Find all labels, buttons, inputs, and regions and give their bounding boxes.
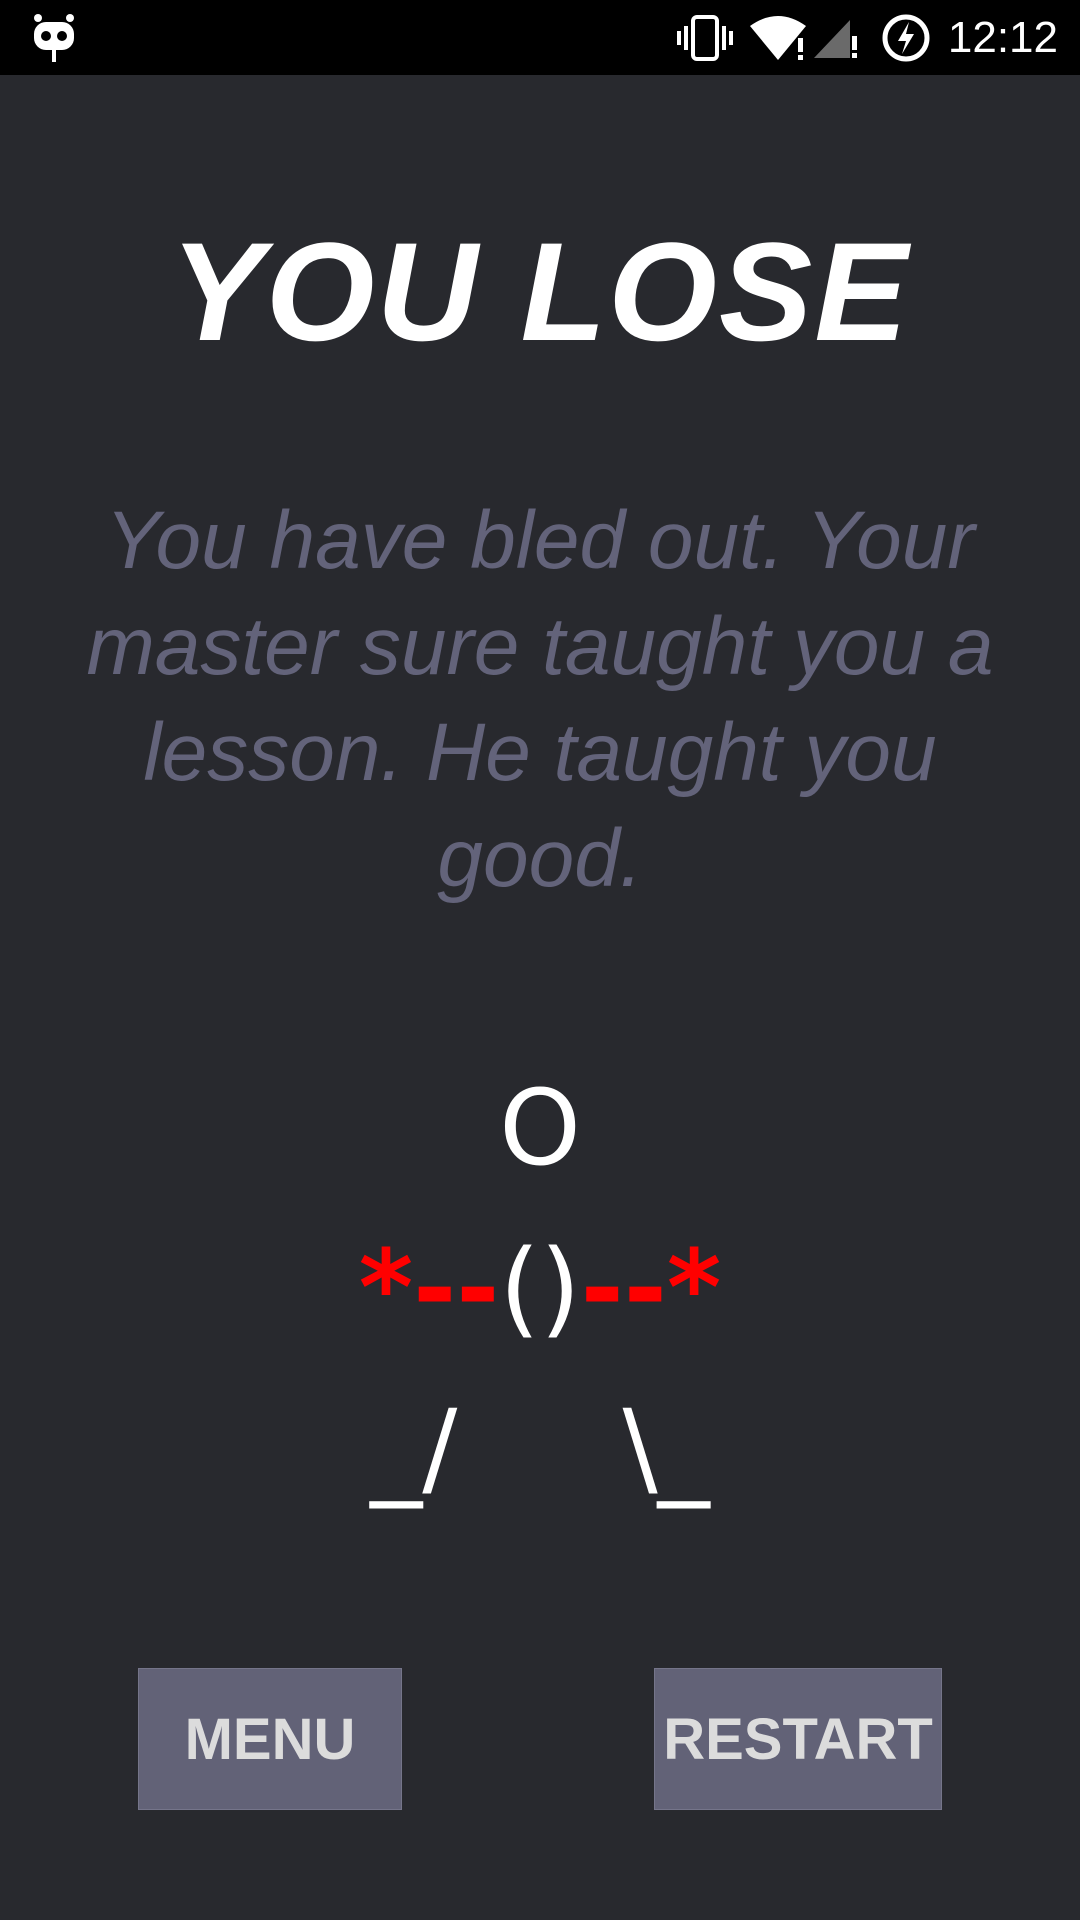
vibrate-icon <box>677 15 733 61</box>
game-over-screen: 12:12 YOU LOSE You have bled out. Your m… <box>0 0 1080 1920</box>
wifi-icon <box>750 16 806 60</box>
figure-torso: () <box>499 1227 581 1349</box>
restart-button[interactable]: RESTART <box>654 1668 942 1810</box>
left-blood-splatter: *-- <box>358 1227 500 1349</box>
app-notification-icon <box>34 14 74 62</box>
cell-signal-icon <box>814 20 857 58</box>
figure-right-leg: \_ <box>622 1387 710 1509</box>
game-over-title: YOU LOSE <box>170 213 910 370</box>
figure-torso-row: *--()--* <box>0 1208 1080 1368</box>
status-bar: 12:12 <box>0 0 1080 75</box>
figure-head-row: O <box>0 1048 1080 1208</box>
ascii-figure: O *--()--* _/ \_ <box>0 1048 1080 1528</box>
menu-button[interactable]: MENU <box>138 1668 402 1810</box>
battery-charging-icon <box>882 14 930 62</box>
status-clock: 12:12 <box>947 13 1058 62</box>
figure-left-leg: _/ <box>370 1387 458 1509</box>
right-blood-splatter: --* <box>580 1227 722 1349</box>
figure-head: O <box>499 1067 581 1189</box>
defeat-message: You have bled out. Your master sure taug… <box>86 495 994 904</box>
figure-legs-row: _/ \_ <box>0 1368 1080 1528</box>
